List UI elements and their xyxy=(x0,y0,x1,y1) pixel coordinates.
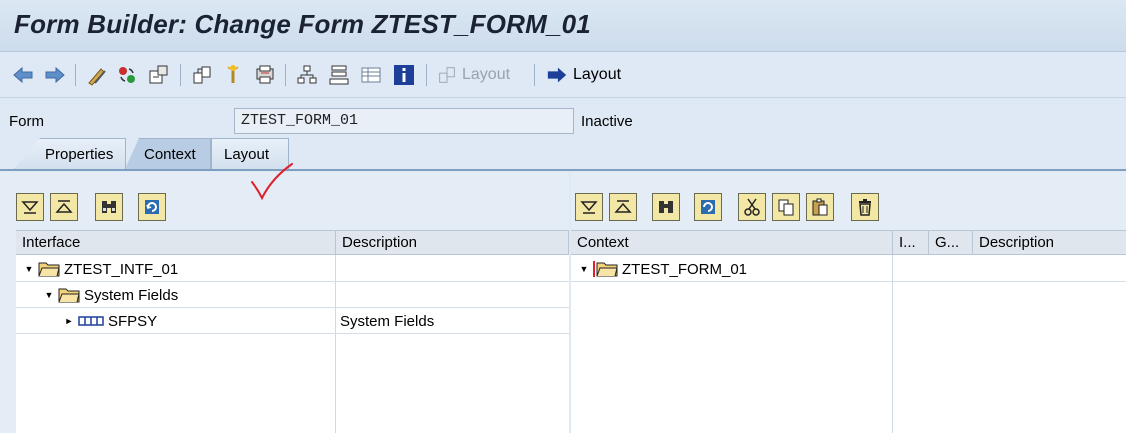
copy-button[interactable] xyxy=(772,193,800,221)
cut-button[interactable] xyxy=(738,193,766,221)
copy-icon xyxy=(778,199,794,216)
g-column-header[interactable]: G... xyxy=(929,231,973,255)
trash-icon xyxy=(859,199,871,216)
find-button[interactable] xyxy=(95,193,123,221)
form-name-field[interactable]: ZTEST_FORM_01 xyxy=(234,108,574,134)
title-bar: Form Builder: Change Form ZTEST_FORM_01 xyxy=(0,0,1126,52)
layout-disabled-button: Layout xyxy=(436,63,510,87)
collapse-all-button[interactable] xyxy=(50,193,78,221)
toolbar-separator xyxy=(75,64,76,86)
print-preview-icon[interactable] xyxy=(252,62,278,88)
binoculars-icon xyxy=(659,201,673,213)
structure-icon xyxy=(78,316,104,326)
toolbar-separator xyxy=(180,64,181,86)
paste-icon xyxy=(812,198,828,216)
context-column-header[interactable]: Context xyxy=(571,231,893,255)
layout-disabled-label: Layout xyxy=(462,66,511,83)
refresh-icon xyxy=(145,200,159,214)
toolbar-separator xyxy=(426,64,427,86)
arrow-right-icon xyxy=(547,67,567,83)
collapse-all-icon xyxy=(614,200,632,213)
collapse-all-icon xyxy=(55,200,73,213)
tree-node-label: System Fields xyxy=(84,286,179,304)
expand-all-icon xyxy=(21,201,39,214)
paste-button[interactable] xyxy=(806,193,834,221)
tree-node-label: ZTEST_FORM_01 xyxy=(622,260,748,278)
description-column-header[interactable]: Description xyxy=(973,231,1126,255)
forward-arrow-icon[interactable] xyxy=(42,62,68,88)
checkmark-annotation-icon xyxy=(251,163,293,201)
form-status: Inactive xyxy=(581,113,633,130)
context-tree-grid: Context I... G... Description ▼ ZTEST_FO… xyxy=(571,230,1126,433)
refresh-button[interactable] xyxy=(138,193,166,221)
interface-column-header[interactable]: Interface xyxy=(16,231,336,255)
tree-node: ▼ ZTEST_FORM_01 xyxy=(575,256,751,282)
toolbar-separator xyxy=(285,64,286,86)
delete-button[interactable] xyxy=(851,193,879,221)
tab-properties[interactable]: Properties xyxy=(14,138,126,169)
tree-node-description: System Fields xyxy=(340,312,435,330)
tree-node-description xyxy=(336,282,344,308)
folder-open-icon xyxy=(596,262,618,277)
object-list-icon[interactable] xyxy=(189,62,215,88)
tab-context[interactable]: Context xyxy=(125,138,211,169)
expand-all-icon xyxy=(580,201,598,214)
tree-row[interactable]: ▼ System Fields xyxy=(16,282,569,308)
description-column-header[interactable]: Description xyxy=(336,231,569,255)
application-toolbar: Layout Layout xyxy=(0,52,1126,98)
toolbar-separator xyxy=(534,64,535,86)
hierarchy-icon[interactable] xyxy=(294,62,320,88)
tab-baseline xyxy=(0,169,1126,171)
expanded-arrow-icon[interactable]: ▼ xyxy=(44,290,54,300)
context-find-button[interactable] xyxy=(652,193,680,221)
display-change-icon[interactable] xyxy=(84,62,110,88)
tab-properties-label: Properties xyxy=(45,146,114,163)
tree-node: ► SFPSY xyxy=(60,308,161,334)
window-title: Form Builder: Change Form ZTEST_FORM_01 xyxy=(14,9,591,39)
context-expand-all-button[interactable] xyxy=(575,193,603,221)
selection-marker xyxy=(593,261,618,277)
form-label: Form xyxy=(9,113,44,130)
context-refresh-button[interactable] xyxy=(694,193,722,221)
expand-all-button[interactable] xyxy=(16,193,44,221)
scissors-icon xyxy=(744,198,760,216)
tree-node: ▼ System Fields xyxy=(40,282,182,308)
tree-row[interactable]: ▼ ZTEST_INTF_01 xyxy=(16,256,569,282)
tree-row[interactable]: ► SFPSY System Fields xyxy=(16,308,569,334)
where-used-icon[interactable] xyxy=(146,62,172,88)
expanded-arrow-icon[interactable]: ▼ xyxy=(24,264,34,274)
collapsed-arrow-icon[interactable]: ► xyxy=(64,316,74,326)
activate-icon[interactable] xyxy=(114,62,140,88)
tree-node-label: SFPSY xyxy=(108,312,158,330)
table-view-icon[interactable] xyxy=(358,62,384,88)
tab-context-label: Context xyxy=(144,146,196,163)
tree-node: ▼ ZTEST_INTF_01 xyxy=(20,256,182,282)
layout-button[interactable]: Layout xyxy=(545,63,621,87)
refresh-icon xyxy=(701,200,715,214)
tree-row[interactable]: ▼ ZTEST_FORM_01 xyxy=(571,256,1126,282)
interface-tree-grid: Interface Description ▼ ZTEST_INTF_01 ▼ … xyxy=(16,230,569,433)
context-collapse-all-button[interactable] xyxy=(609,193,637,221)
tree-node-description xyxy=(336,256,344,282)
tab-strip: Properties Context Layout xyxy=(0,138,1126,170)
layout-object-icon xyxy=(439,67,455,83)
info-icon[interactable] xyxy=(391,62,417,88)
tree-node-label: ZTEST_INTF_01 xyxy=(64,260,179,278)
layout-button-label: Layout xyxy=(573,66,622,83)
stack-icon[interactable] xyxy=(326,62,352,88)
test-icon[interactable] xyxy=(220,62,246,88)
folder-open-icon xyxy=(38,262,60,277)
back-arrow-icon[interactable] xyxy=(10,62,36,88)
i-column-header[interactable]: I... xyxy=(893,231,929,255)
binoculars-icon xyxy=(102,201,116,213)
folder-open-icon xyxy=(58,288,80,303)
expanded-arrow-icon[interactable]: ▼ xyxy=(579,264,589,274)
